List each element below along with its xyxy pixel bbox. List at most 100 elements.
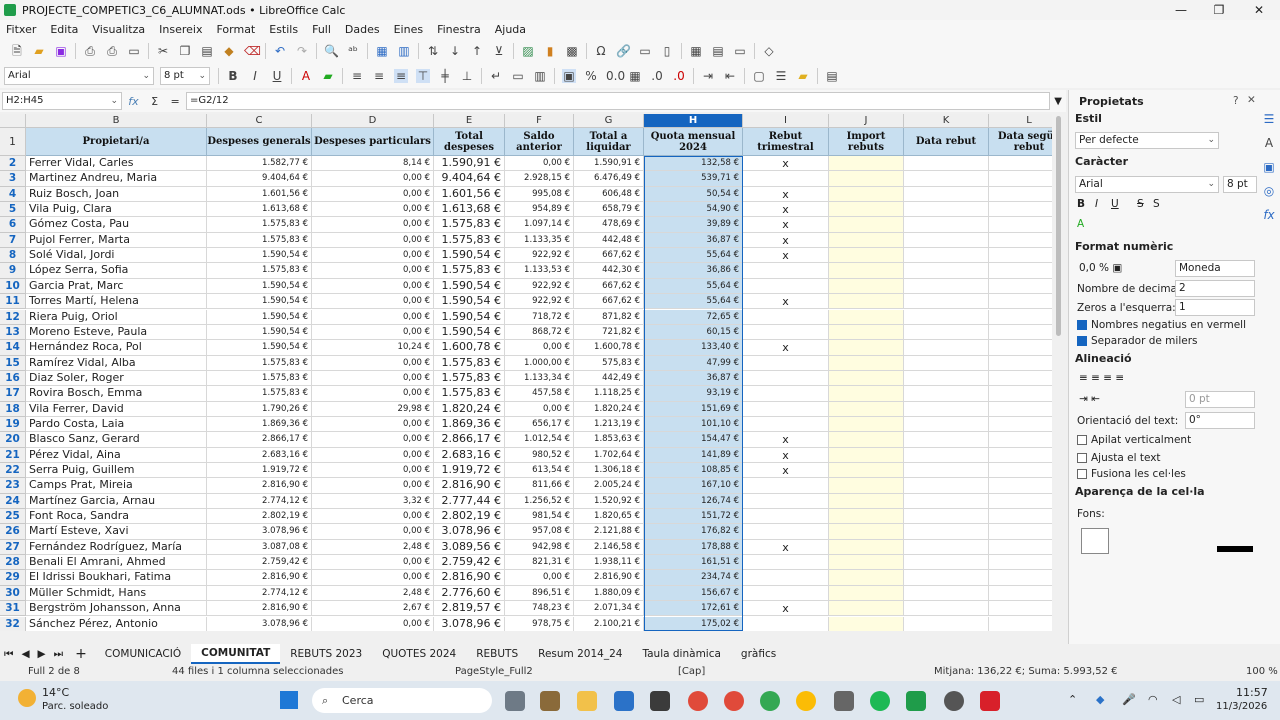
receipt-amount-cell[interactable] [829,324,904,341]
owner-name-cell[interactable]: Torres Martí, Helena [26,294,207,310]
tab-comunitat[interactable]: COMUNITAT [191,644,281,664]
page-style[interactable]: PageStyle_Full2 [455,666,533,677]
expand-formula-icon[interactable]: ▼ [1054,96,1062,107]
owner-name-cell[interactable]: Camps Prat, Mireia [26,478,207,494]
total-to-settle-cell[interactable]: 658,79 € [574,202,644,218]
receipt-amount-cell[interactable] [829,186,904,203]
receipt-date-cell[interactable] [904,340,989,356]
align-bottom-icon[interactable]: ⊥ [460,69,474,83]
general-expenses-cell[interactable]: 2.774,12 € [207,585,312,602]
number-format-select[interactable]: Moneda [1175,260,1255,277]
menu-finestra[interactable]: Finestra [437,23,481,36]
quarterly-receipt-cell[interactable]: x [743,186,829,203]
next-receipt-date-cell[interactable] [989,448,1052,463]
particular-expenses-cell[interactable]: 0,00 € [312,478,434,494]
general-expenses-cell[interactable]: 1.582,77 € [207,156,312,172]
total-to-settle-cell[interactable]: 1.306,18 € [574,463,644,479]
previous-balance-cell[interactable]: 942,98 € [505,539,574,556]
quarterly-receipt-cell[interactable] [743,386,829,402]
quarterly-receipt-cell[interactable]: x [743,432,829,448]
receipt-amount-cell[interactable] [829,555,904,571]
align-top-icon[interactable]: ⊤ [416,68,430,83]
total-to-settle-cell[interactable]: 667,62 € [574,294,644,310]
quarterly-receipt-cell[interactable]: x [743,202,829,218]
general-expenses-cell[interactable]: 1.575,83 € [207,370,312,387]
font-name-box[interactable]: Arial ⌄ [4,66,154,85]
receipt-date-cell[interactable] [904,386,989,402]
zoom-level[interactable]: 100 % [1246,666,1278,677]
menu-edita[interactable]: Edita [50,23,78,36]
quarterly-receipt-cell[interactable] [743,309,829,325]
cut-icon[interactable]: ✂ [156,44,170,58]
chrome-icon[interactable] [796,691,816,711]
row-header[interactable]: 16 [0,370,26,387]
spotify-icon[interactable] [870,691,890,711]
tab-rebuts[interactable]: REBUTS [466,645,528,663]
particular-expenses-cell[interactable]: 2,48 € [312,585,434,602]
row-header[interactable]: 4 [0,186,26,203]
next-receipt-date-cell[interactable] [989,310,1052,325]
particular-expenses-cell[interactable]: 0,00 € [312,447,434,463]
sort-descending-icon[interactable]: ↑ [470,44,484,58]
gallery-deck-icon[interactable]: ▣ [1262,160,1276,174]
quarterly-receipt-cell[interactable]: x [743,294,829,310]
general-expenses-cell[interactable]: 1.790,26 € [207,401,312,417]
previous-balance-cell[interactable]: 1.000,00 € [505,355,574,371]
monthly-fee-cell[interactable]: 55,64 € [644,294,743,310]
cell-border-preview[interactable] [1081,528,1109,554]
total-expenses-cell[interactable]: 3.078,96 € [434,616,505,631]
task-view-icon[interactable] [505,691,525,711]
date-format-icon[interactable]: ▦ [628,69,642,83]
monthly-fee-cell[interactable]: 234,74 € [644,570,743,586]
quarterly-receipt-cell[interactable] [743,416,829,433]
general-expenses-cell[interactable]: 2.816,90 € [207,570,312,586]
windows-start-icon[interactable] [280,691,298,709]
store-icon[interactable] [614,691,634,711]
scrollbar-thumb[interactable] [1056,116,1061,336]
particular-expenses-cell[interactable]: 0,00 € [312,248,434,264]
section-aparenca[interactable]: Aparença de la cel·la [1075,485,1205,498]
previous-balance-cell[interactable]: 980,52 € [505,447,574,463]
chrome-icon[interactable] [688,691,708,711]
previous-balance-cell[interactable]: 1.256,52 € [505,493,574,510]
prev-sheet-icon[interactable]: ◀ [17,645,33,663]
total-to-settle-cell[interactable]: 6.476,49 € [574,171,644,187]
column-icon[interactable]: ▥ [397,44,411,58]
monthly-fee-cell[interactable]: 539,71 € [644,171,743,187]
particular-expenses-cell[interactable]: 0,00 € [312,370,434,387]
style-select[interactable]: Per defecte ⌄ [1075,132,1219,149]
tab-rebuts-2023[interactable]: REBUTS 2023 [280,645,372,663]
previous-balance-cell[interactable]: 995,08 € [505,186,574,203]
acrobat-icon[interactable] [980,691,1000,711]
background-color-icon[interactable]: ▰ [796,69,810,83]
quarterly-receipt-cell[interactable]: x [743,217,829,233]
pivot-table-icon[interactable]: ▩ [565,44,579,58]
sidebar-font-name[interactable]: Arial ⌄ [1075,176,1219,193]
receipt-date-cell[interactable] [904,616,989,631]
stack-vertically-checkbox[interactable] [1077,435,1087,445]
general-expenses-cell[interactable]: 1.590,54 € [207,309,312,325]
sidebar-font-size[interactable]: 8 pt [1223,176,1257,193]
row-header[interactable]: 23 [0,478,26,494]
monthly-fee-cell[interactable]: 55,64 € [644,248,743,264]
next-receipt-date-cell[interactable] [989,478,1052,494]
row-header[interactable]: 20 [0,432,26,448]
row-header[interactable]: 12 [0,309,26,325]
monthly-fee-cell[interactable]: 101,10 € [644,416,743,433]
previous-balance-cell[interactable]: 922,92 € [505,278,574,295]
receipt-amount-cell[interactable] [829,601,904,617]
quarterly-receipt-cell[interactable]: x [743,340,829,356]
decimals-input[interactable]: 2 [1175,280,1255,297]
owner-name-cell[interactable]: Vila Ferrer, David [26,401,207,417]
owner-name-cell[interactable]: Ramírez Vidal, Alba [26,355,207,371]
border-line-style[interactable] [1217,546,1253,552]
receipt-date-cell[interactable] [904,432,989,448]
receipt-amount-cell[interactable] [829,355,904,371]
italic-icon[interactable]: I [248,69,262,83]
percent-format-icon[interactable]: % [584,69,598,83]
quarterly-receipt-cell[interactable]: x [743,232,829,249]
insert-image-icon[interactable]: ▨ [521,44,535,58]
owner-name-cell[interactable]: Solé Vidal, Jordi [26,248,207,264]
total-to-settle-cell[interactable]: 442,49 € [574,370,644,387]
total-expenses-cell[interactable]: 1.575,83 € [434,386,505,402]
